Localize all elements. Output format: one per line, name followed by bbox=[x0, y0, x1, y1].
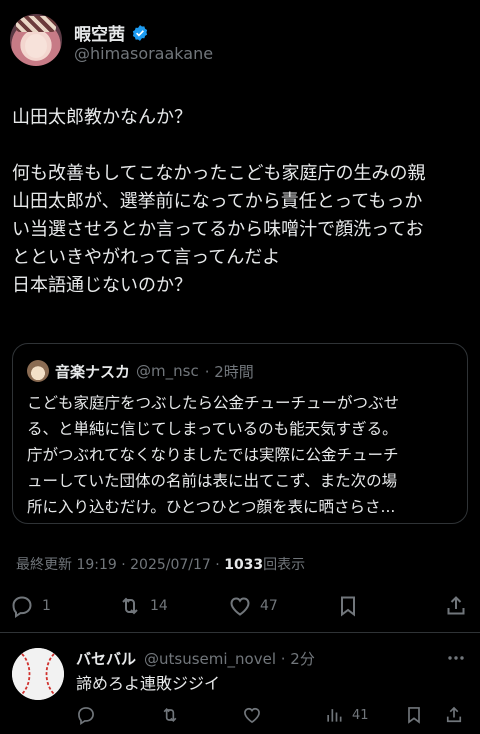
quoted-tweet-line: 所に入り込むだけ。ひとつひとつ顔を表に晒さらさ... bbox=[27, 498, 396, 516]
reply-views-button[interactable]: 41 bbox=[324, 702, 369, 728]
reply-button[interactable]: 1 bbox=[10, 590, 51, 622]
tweet-line: 日本語通じないのか？ bbox=[12, 275, 192, 296]
reply-icon bbox=[12, 596, 32, 618]
retweet-count: 14 bbox=[150, 598, 168, 614]
verified-badge-icon bbox=[131, 24, 149, 42]
quoted-author-name: 音楽ナスカ bbox=[55, 362, 131, 381]
reply-author-name[interactable]: バセバル bbox=[76, 648, 136, 669]
retweet-icon bbox=[122, 597, 138, 615]
quoted-tweet-line: ューしていた団体の名前は表に出てこず、また次の場 bbox=[27, 472, 398, 490]
retweet-icon bbox=[163, 707, 177, 723]
more-options-icon[interactable] bbox=[446, 650, 466, 664]
views-label: 回表示 bbox=[263, 557, 306, 573]
reply-author-avatar[interactable] bbox=[12, 648, 64, 700]
quoted-tweet-time: · 2時間 bbox=[204, 362, 254, 381]
reply-text: 諦めろよ連敗ジジイ bbox=[76, 674, 221, 693]
author-avatar[interactable] bbox=[10, 14, 62, 66]
quoted-tweet-header: 音楽ナスカ @m_nsc · 2時間 bbox=[27, 360, 254, 382]
views-count: 1033 bbox=[224, 557, 264, 573]
reply-views-count: 41 bbox=[352, 707, 369, 723]
tweet-line: い当選させろとか言ってるから味噌汁で顔洗ってお bbox=[12, 219, 424, 240]
heart-icon bbox=[230, 597, 250, 616]
share-icon bbox=[446, 706, 462, 723]
tweet-line-break bbox=[12, 132, 470, 160]
like-button[interactable]: 47 bbox=[228, 590, 278, 622]
tweet-timestamp[interactable]: 最終更新 19:19 · 2025/07/17 · bbox=[16, 557, 220, 573]
tweet-actions: 1 14 47 bbox=[10, 590, 472, 622]
retweet-button[interactable]: 14 bbox=[118, 590, 168, 622]
tweet-line: とといきやがれって言ってんだよ bbox=[12, 247, 281, 268]
baseball-icon bbox=[12, 648, 64, 700]
tweet-meta: 最終更新 19:19 · 2025/07/17 · 1033回表示 bbox=[16, 554, 305, 574]
divider bbox=[0, 632, 480, 633]
heart-icon bbox=[244, 707, 260, 724]
tweet-line: 山田太郎教かなんか？ bbox=[12, 107, 192, 128]
reply-icon bbox=[78, 707, 94, 725]
quoted-author-handle: @m_nsc bbox=[136, 362, 199, 380]
reply-author-handle[interactable]: @utsusemi_novel · 2分 bbox=[144, 648, 315, 669]
reply-like-button[interactable] bbox=[242, 702, 262, 728]
quoted-author-avatar bbox=[27, 360, 49, 382]
like-count: 47 bbox=[260, 598, 278, 614]
tweet-line: 山田太郎が、選挙前になってから責任とってもっか bbox=[12, 191, 423, 212]
reply-reply-button[interactable] bbox=[76, 702, 96, 728]
reply-retweet-button[interactable] bbox=[160, 702, 180, 728]
reply-header: バセバル @utsusemi_novel · 2分 bbox=[76, 648, 315, 669]
author-handle[interactable]: @himasoraakane bbox=[74, 44, 213, 63]
quoted-tweet-line: る、と単純に信じてしまっているのも能天気すぎる。 bbox=[27, 420, 398, 438]
share-icon bbox=[447, 596, 465, 615]
tweet-header: 暇空茜 @himasoraakane bbox=[10, 14, 470, 66]
reply-count: 1 bbox=[42, 598, 51, 614]
reply-bookmark-button[interactable] bbox=[404, 702, 424, 728]
author-name-row: 暇空茜 bbox=[74, 20, 149, 45]
analytics-icon bbox=[327, 709, 342, 722]
quoted-tweet-text: こども家庭庁をつぶしたら公金チューチューがつぶせ る、と単純に信じてしまっている… bbox=[27, 390, 457, 520]
quoted-tweet-card[interactable]: 音楽ナスカ @m_nsc · 2時間 こども家庭庁をつぶしたら公金チューチューが… bbox=[12, 343, 468, 524]
bookmark-icon bbox=[408, 707, 420, 724]
bookmark-icon bbox=[341, 596, 355, 617]
reply-tweet[interactable]: バセバル @utsusemi_novel · 2分 諦めろよ連敗ジジイ 41 bbox=[0, 640, 480, 734]
bookmark-button[interactable] bbox=[336, 590, 360, 622]
quoted-tweet-line: 庁がつぶれてなくなりましたでは実際に公金チューチ bbox=[27, 446, 399, 464]
tweet-line: 何も改善もしてこなかったこども家庭庁の生みの親 bbox=[12, 163, 426, 184]
author-display-name[interactable]: 暇空茜 bbox=[74, 20, 125, 45]
tweet-text: 山田太郎教かなんか？ 何も改善もしてこなかったこども家庭庁の生みの親 山田太郎が… bbox=[12, 104, 470, 300]
reply-share-button[interactable] bbox=[444, 702, 464, 728]
share-button[interactable] bbox=[444, 590, 468, 622]
quoted-tweet-line: こども家庭庁をつぶしたら公金チューチューがつぶせ bbox=[27, 394, 400, 412]
reply-actions: 41 bbox=[70, 702, 470, 728]
